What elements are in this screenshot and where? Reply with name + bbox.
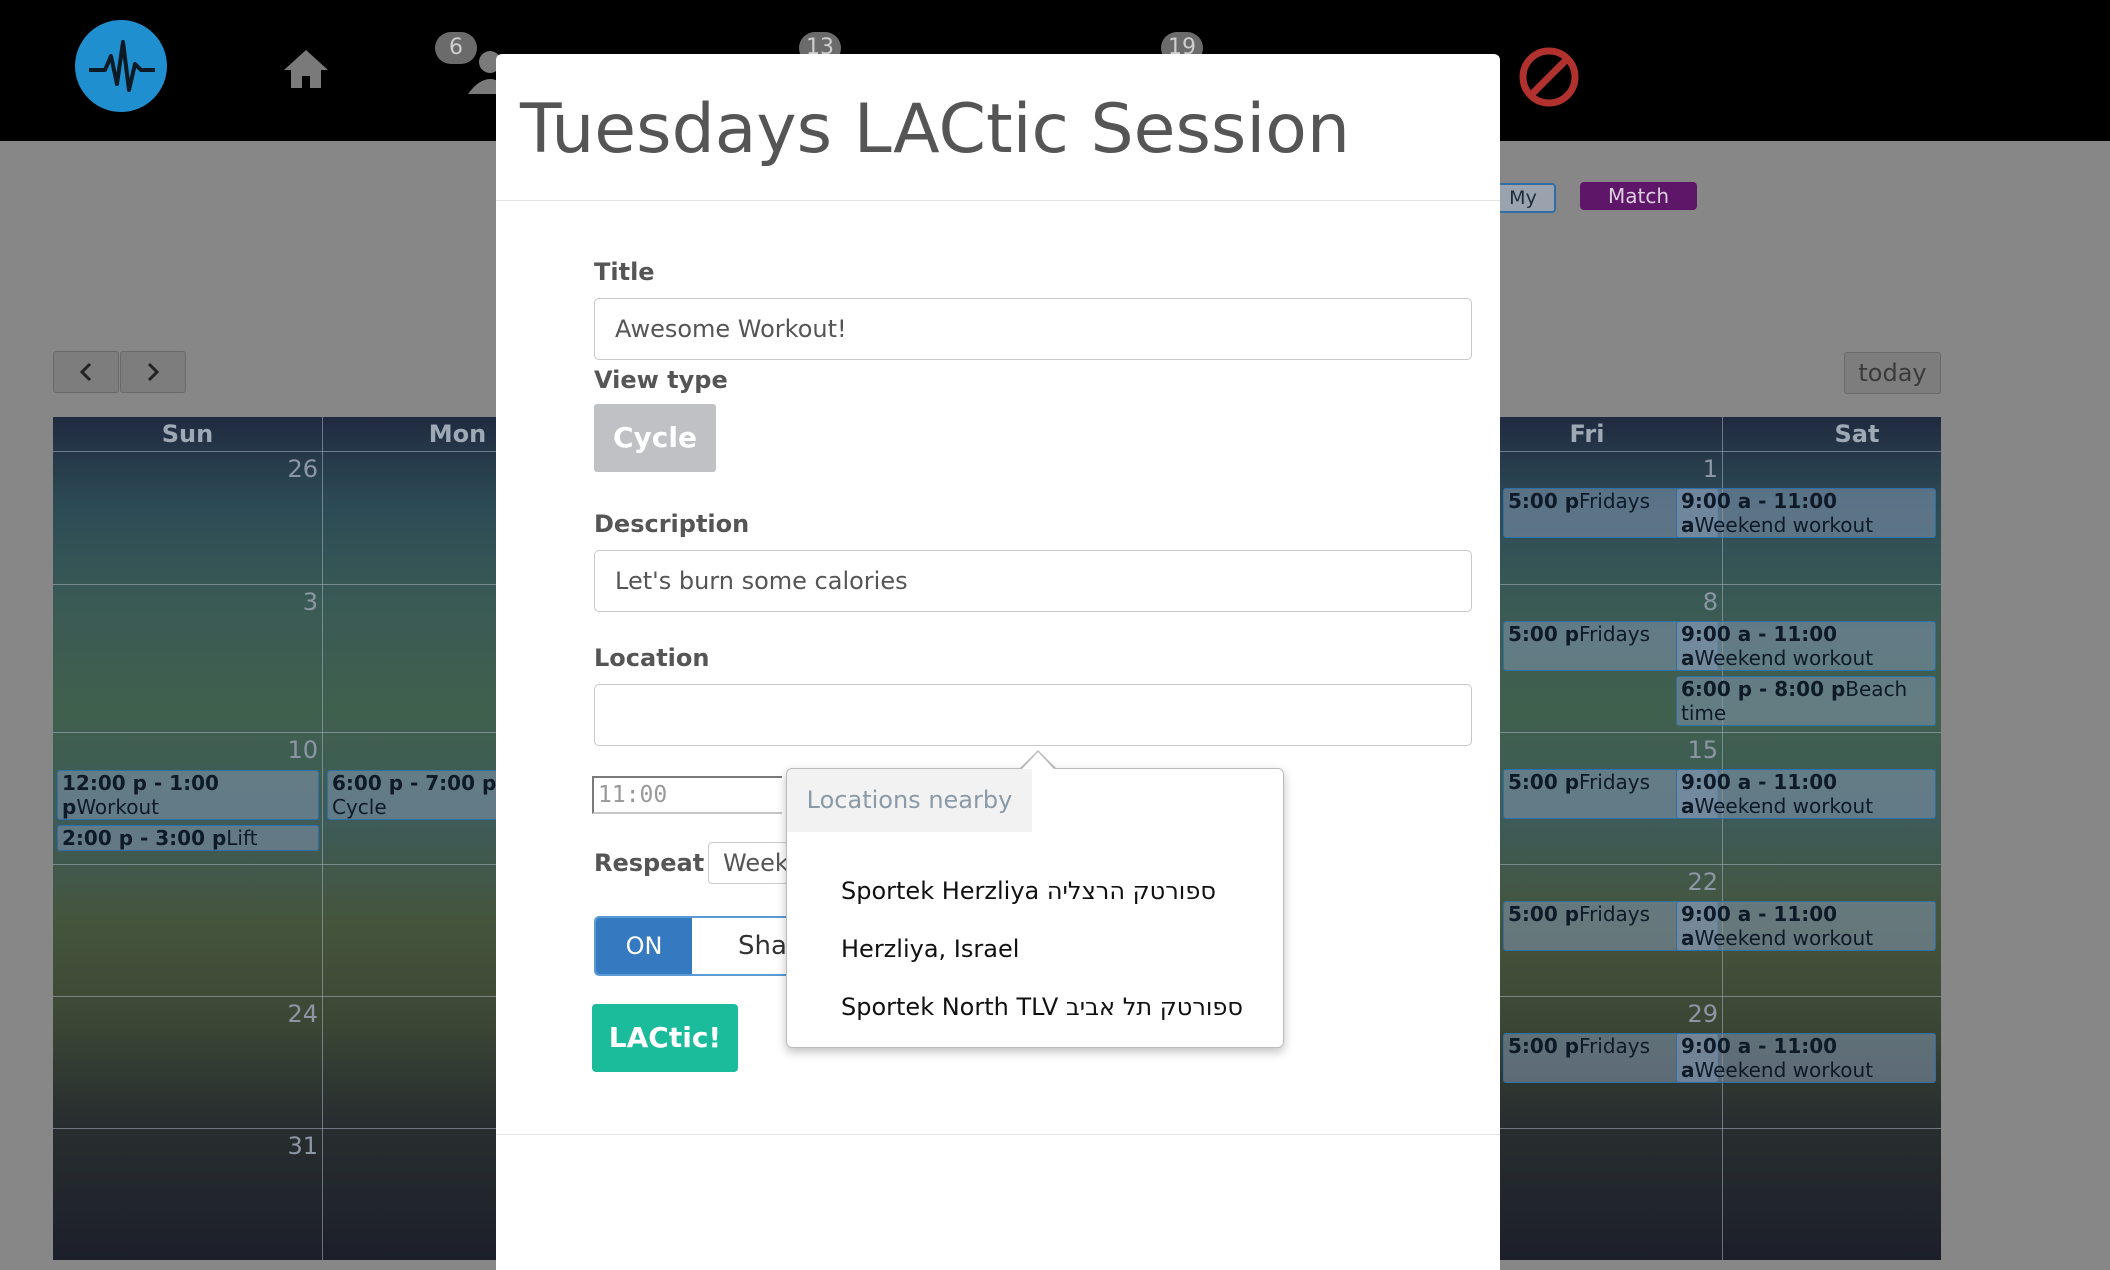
- event-title: Weekend workout: [1694, 926, 1874, 950]
- today-button[interactable]: today: [1844, 352, 1941, 394]
- day-number: 30: [1928, 1000, 1941, 1028]
- chevron-right-icon: [147, 362, 160, 382]
- event-time: 5:00 p: [1508, 902, 1580, 926]
- day-number: 16: [1928, 736, 1941, 764]
- event-title: Weekend workout: [1694, 513, 1874, 537]
- day-header-sat: Sat: [1834, 420, 1880, 448]
- app-logo[interactable]: [75, 20, 167, 112]
- modal-footer-divider: [496, 1134, 1500, 1135]
- calendar-event[interactable]: 9:00 a - 11:00 aWeekend workout: [1676, 901, 1936, 951]
- event-time: 6:00 p - 8:00 p: [1681, 677, 1846, 701]
- match-filter-button[interactable]: Match: [1580, 182, 1697, 210]
- no-entry-icon[interactable]: [1518, 46, 1580, 112]
- view-type-label: View type: [594, 366, 728, 394]
- calendar-event[interactable]: 2:00 p - 3:00 pLift: [57, 825, 319, 851]
- event-title: Lift: [226, 826, 258, 850]
- day-header-sun: Sun: [161, 420, 214, 448]
- event-title: Weekend workout: [1694, 794, 1874, 818]
- day-number: 3: [302, 588, 318, 616]
- share-toggle[interactable]: ON Sha: [594, 916, 794, 976]
- home-icon[interactable]: [282, 48, 330, 94]
- day-number: 1: [1702, 455, 1718, 483]
- event-title: Fridays: [1579, 902, 1651, 926]
- event-title: Weekend workout: [1694, 1058, 1874, 1082]
- calendar-event[interactable]: 9:00 a - 11:00 aWeekend workout: [1676, 769, 1936, 819]
- event-title: Fridays: [1579, 489, 1651, 513]
- locations-popup-header: Locations nearby: [787, 769, 1032, 832]
- day-number: 24: [287, 1000, 318, 1028]
- repeat-select[interactable]: Week: [708, 842, 788, 884]
- event-time: 5:00 p: [1508, 770, 1580, 794]
- calendar-event[interactable]: 9:00 a - 11:00 aWeekend workout: [1676, 1033, 1936, 1083]
- heartbeat-icon: [89, 40, 155, 92]
- grid-line: [1722, 417, 1723, 1260]
- day-number: 23: [1928, 868, 1941, 896]
- description-input[interactable]: Let's burn some calories: [594, 550, 1472, 612]
- event-time: 2:00 p - 3:00 p: [62, 826, 227, 850]
- modal-header-divider: [496, 200, 1500, 201]
- popup-arrow-inner: [1022, 752, 1054, 769]
- friends-badge: 6: [435, 32, 477, 64]
- event-title: Weekend workout: [1694, 646, 1874, 670]
- event-title: Fridays: [1579, 770, 1651, 794]
- event-title: Fridays: [1579, 1034, 1651, 1058]
- title-input[interactable]: Awesome Workout!: [594, 298, 1472, 360]
- description-label: Description: [594, 510, 750, 538]
- location-input[interactable]: [594, 684, 1472, 746]
- day-number: 6: [1928, 1132, 1941, 1160]
- event-time: 5:00 p: [1508, 1034, 1580, 1058]
- calendar-event[interactable]: 6:00 p - 7:00 p Cycle: [327, 770, 507, 820]
- location-label: Location: [594, 644, 710, 672]
- lactic-submit-button[interactable]: LACtic!: [592, 1004, 738, 1072]
- next-month-button[interactable]: [120, 351, 186, 393]
- chevron-left-icon: [79, 362, 92, 382]
- calendar-event[interactable]: 12:00 p - 1:00 pWorkout: [57, 770, 319, 820]
- day-number: 29: [1687, 1000, 1718, 1028]
- day-number: 15: [1687, 736, 1718, 764]
- event-title: Cycle: [332, 795, 387, 819]
- location-option[interactable]: Sportek Herzliya ספורטק הרצליה: [841, 877, 1216, 905]
- repeat-label: Respeat: [594, 849, 705, 877]
- event-modal: Tuesdays LACtic Session Title Awesome Wo…: [496, 54, 1500, 1270]
- event-time: 5:00 p: [1508, 622, 1580, 646]
- view-type-button[interactable]: Cycle: [594, 404, 716, 472]
- event-time: 5:00 p: [1508, 489, 1580, 513]
- grid-line: [322, 417, 323, 1260]
- day-number: 8: [1702, 588, 1718, 616]
- day-number: 10: [287, 736, 318, 764]
- calendar-event[interactable]: 9:00 a - 11:00 aWeekend workout: [1676, 621, 1936, 671]
- location-option[interactable]: Sportek North TLV ספורטק תל אביב: [841, 993, 1243, 1021]
- day-number: 31: [287, 1132, 318, 1160]
- toggle-on-state: ON: [596, 918, 692, 974]
- day-number: 22: [1687, 868, 1718, 896]
- toggle-off-label: Sha: [738, 931, 787, 961]
- locations-popup: Locations nearby Sportek Herzliya ספורטק…: [786, 768, 1284, 1048]
- event-title: Workout: [76, 795, 160, 819]
- location-option[interactable]: Herzliya, Israel: [841, 935, 1019, 963]
- calendar-event[interactable]: 6:00 p - 8:00 pBeach time: [1676, 676, 1936, 726]
- day-number: 2: [1928, 455, 1941, 483]
- event-title: Fridays: [1579, 622, 1651, 646]
- title-label: Title: [594, 258, 655, 286]
- day-number: 26: [287, 455, 318, 483]
- calendar-event[interactable]: 9:00 a - 11:00 aWeekend workout: [1676, 488, 1936, 538]
- day-number: 9: [1928, 588, 1941, 616]
- prev-month-button[interactable]: [53, 351, 119, 393]
- time-input[interactable]: 11:00: [592, 776, 782, 814]
- modal-title: Tuesdays LACtic Session: [520, 90, 1350, 169]
- event-time: 6:00 p - 7:00 p: [332, 771, 497, 795]
